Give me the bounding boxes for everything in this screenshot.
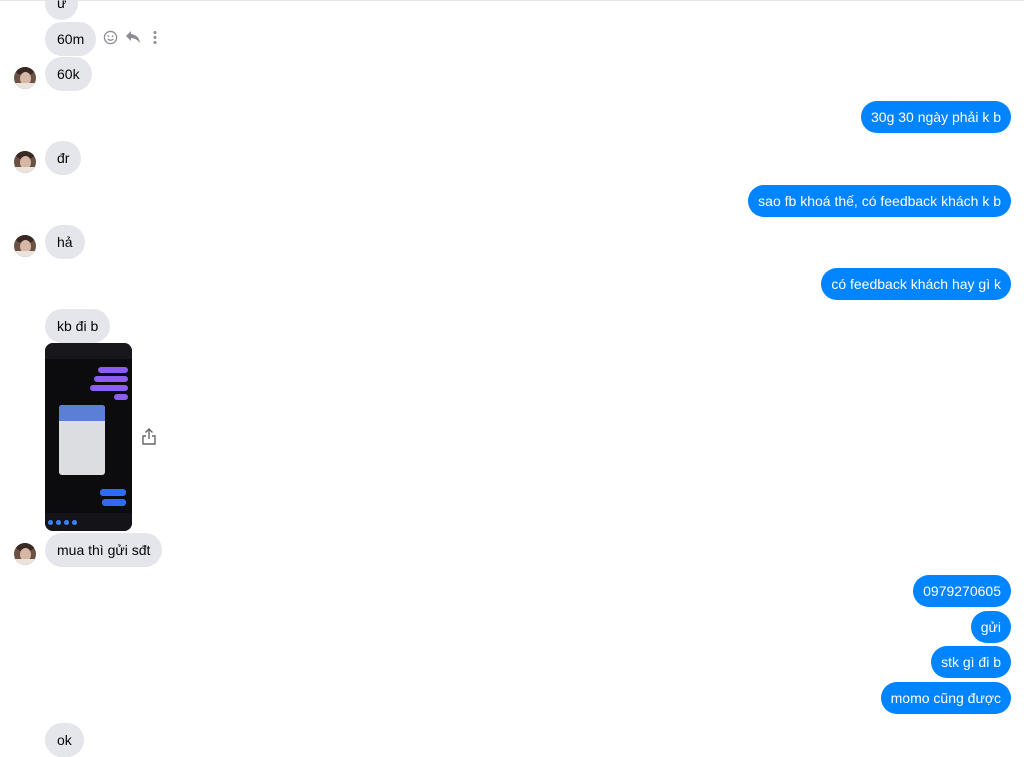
outgoing-message[interactable]: gửi <box>970 611 1011 643</box>
thumbnail-footer <box>45 513 132 531</box>
share-icon[interactable] <box>141 428 157 446</box>
outgoing-message[interactable]: momo cũng được <box>880 682 1011 714</box>
more-vertical-icon[interactable] <box>152 30 158 49</box>
smile-icon[interactable] <box>103 30 118 49</box>
avatar[interactable] <box>14 235 36 257</box>
thumbnail-bubble <box>100 489 126 496</box>
thumbnail-bubble <box>98 367 128 373</box>
thumbnail-card <box>59 405 105 475</box>
thumbnail-bubble <box>102 499 126 506</box>
incoming-message[interactable]: ừ <box>45 0 79 20</box>
incoming-message[interactable]: hả <box>45 225 85 259</box>
avatar[interactable] <box>14 151 36 173</box>
reply-icon[interactable] <box>125 30 141 48</box>
incoming-message[interactable]: kb đi b <box>45 309 111 343</box>
outgoing-message[interactable]: 30g 30 ngày phải k b <box>861 101 1011 133</box>
avatar[interactable] <box>14 543 36 565</box>
incoming-message[interactable]: 60m <box>45 22 97 56</box>
top-divider <box>0 0 1024 1</box>
image-attachment[interactable] <box>45 343 132 531</box>
incoming-message[interactable]: đr <box>45 141 82 175</box>
outgoing-message[interactable]: stk gì đi b <box>931 646 1011 678</box>
incoming-message[interactable]: 60k <box>45 57 92 91</box>
avatar[interactable] <box>14 67 36 89</box>
thumbnail-header <box>45 343 132 359</box>
thumbnail-bubble <box>90 385 128 391</box>
thumbnail-bubble <box>94 376 128 382</box>
outgoing-message[interactable]: có feedback khách hay gì k <box>821 268 1011 300</box>
outgoing-message[interactable]: sao fb khoá thế, có feedback khách k b <box>748 185 1011 217</box>
incoming-message[interactable]: ok <box>45 723 84 757</box>
incoming-message[interactable]: mua thì gửi sđt <box>45 533 163 567</box>
outgoing-message[interactable]: 0979270605 <box>913 575 1011 607</box>
thumbnail-bubble <box>114 394 128 400</box>
